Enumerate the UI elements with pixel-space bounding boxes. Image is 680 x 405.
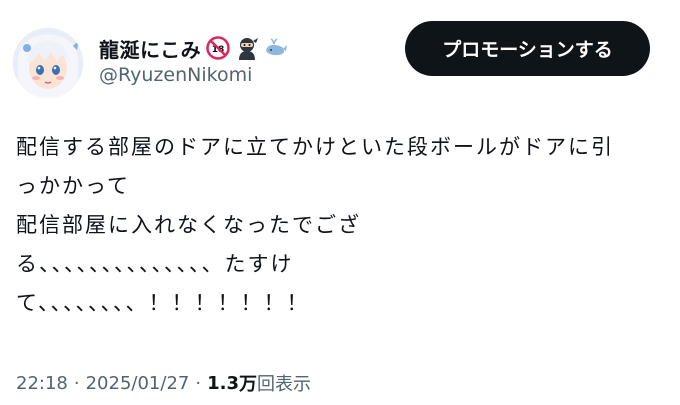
author-handle[interactable]: @RyuzenNikomi — [99, 64, 252, 86]
avatar[interactable] — [13, 28, 83, 98]
no-under-18-icon: 18 — [206, 36, 230, 60]
tweet-line: る、、、、、、、、、、、、、、たすけ — [16, 252, 294, 276]
whale-icon — [264, 36, 288, 60]
view-count-unit[interactable]: 万 — [239, 370, 257, 396]
tweet-text: 配信する部屋のドアに立てかけといた段ボールがドアに引 っかかって 配信部屋に入れ… — [16, 128, 656, 323]
meta-separator: · — [73, 372, 80, 394]
tweet-line: て、、、、、、、、！！！！！！！ — [16, 291, 310, 315]
tweet-line: 配信部屋に入れなくなったでござ — [16, 213, 361, 237]
tweet-line: っかかって — [16, 174, 130, 198]
ninja-icon — [235, 36, 259, 60]
promote-button[interactable]: プロモーションする — [405, 21, 650, 76]
tweet-time[interactable]: 22:18 — [16, 373, 68, 394]
meta-separator: · — [195, 372, 202, 394]
display-name[interactable]: 龍涎にこみ — [99, 34, 201, 63]
author-name-row[interactable]: 龍涎にこみ 18 — [99, 33, 288, 63]
tweet-meta: 22:18 · 2025/01/27 · 1.3 万 回表示 — [16, 370, 311, 396]
tweet-line: 配信する部屋のドアに立てかけといた段ボールがドアに引 — [16, 135, 614, 159]
view-count[interactable]: 1.3 — [207, 373, 239, 394]
views-label[interactable]: 回表示 — [257, 370, 311, 396]
tweet-date[interactable]: 2025/01/27 — [86, 373, 190, 394]
